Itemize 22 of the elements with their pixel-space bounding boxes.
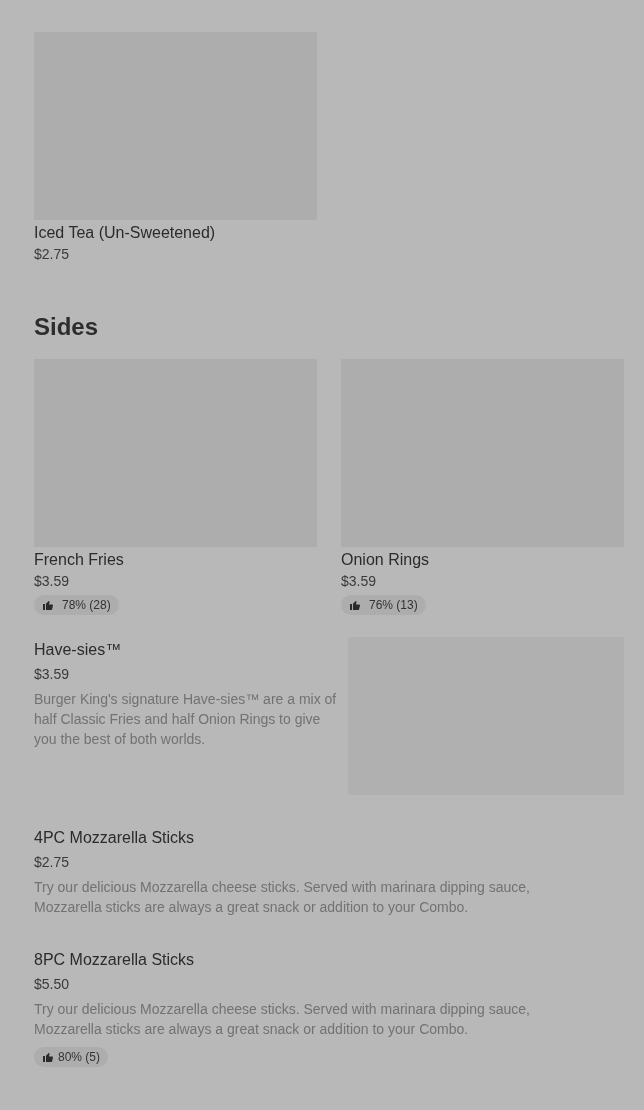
item-description: Try our delicious Mozzarella cheese sticks. Served with marinara dipping sauce, Mozzarella sticks are always a great snack or addition to your Combo. (34, 1000, 531, 1039)
rating-badge: 76% (13) (341, 595, 426, 615)
thumbs-up-icon (42, 599, 54, 611)
item-name[interactable]: French Fries (34, 550, 317, 570)
item-price: $2.75 (34, 245, 71, 263)
item-description: Try our delicious Mozzarella cheese sticks. Served with marinara dipping sauce, Mozzarella sticks are always a great snack or addition to your Combo. (34, 878, 531, 917)
item-name[interactable]: 4PC Mozzarella Sticks (34, 828, 624, 848)
item-name[interactable]: Iced Tea (Un-Sweetened) (34, 223, 317, 243)
item-price: $3.59 (34, 665, 71, 683)
item-price: $5.50 (34, 975, 71, 993)
thumbs-up-icon (349, 599, 361, 611)
item-price: $2.75 (34, 853, 71, 871)
item-name[interactable]: Have-sies™ (34, 640, 338, 660)
rating-badge: 80% (5) (34, 1047, 109, 1067)
item-description: Burger King's signature Have-sies™ are a mix of half Classic Fries and half Onion Rings to give you the best of both worlds. (34, 690, 338, 749)
item-name[interactable]: Onion Rings (341, 550, 624, 570)
section-heading: Sides (34, 312, 100, 342)
rating-badge: 78% (28) (34, 595, 119, 615)
thumbs-up-icon (42, 1051, 54, 1063)
item-name[interactable]: 8PC Mozzarella Sticks (34, 950, 624, 970)
item-price: $3.59 (34, 572, 71, 590)
item-price: $3.59 (341, 572, 378, 590)
